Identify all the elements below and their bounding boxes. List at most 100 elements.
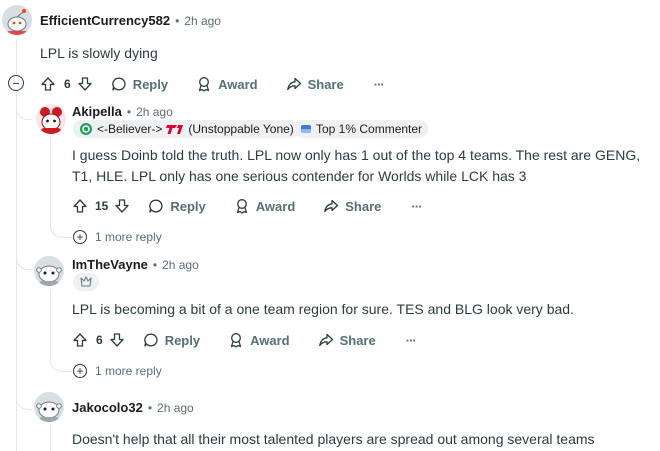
- comment-author[interactable]: Jakocolo32: [72, 400, 143, 415]
- upvote-icon: [41, 77, 55, 91]
- downvote-icon: [78, 77, 92, 91]
- share-label: Share: [345, 198, 382, 214]
- upvote-button[interactable]: [72, 332, 88, 348]
- more-replies-label: 1 more reply: [95, 230, 162, 244]
- expand-plus-icon: +: [73, 364, 87, 378]
- comment-actions: 6 Reply Award Share ···: [40, 74, 385, 94]
- share-button[interactable]: Share: [286, 76, 344, 92]
- reply-icon: [111, 77, 126, 91]
- ellipsis-icon: ···: [411, 198, 422, 214]
- ellipsis-icon: ···: [373, 76, 385, 92]
- upvote-icon: [73, 333, 87, 347]
- comment-author[interactable]: ImTheVayne: [72, 257, 148, 272]
- reply-button[interactable]: Reply: [148, 198, 206, 214]
- vote-score: 6: [96, 333, 103, 347]
- collapse-icon: −: [12, 75, 20, 91]
- reply-icon: [149, 199, 163, 213]
- plus-glyph: +: [76, 230, 84, 244]
- share-label: Share: [307, 76, 344, 92]
- expand-plus-icon: +: [73, 230, 87, 244]
- flair-text: <-Believer->: [97, 122, 163, 136]
- downvote-button[interactable]: [77, 76, 93, 92]
- comment-actions: 15 Reply Award Share ···: [72, 196, 422, 216]
- thread-branch-2: [16, 120, 32, 270]
- ellipsis-icon: ···: [405, 332, 417, 348]
- reply-label: Reply: [170, 198, 206, 214]
- reply-button[interactable]: Reply: [143, 332, 200, 348]
- meta-dot: •: [126, 104, 132, 119]
- user-flair: <-Believer-> (Unstoppable Yone): [73, 120, 300, 138]
- achievement-label: Top 1% Commenter: [316, 122, 423, 136]
- thread-branch-imthevayne-more: [50, 352, 72, 372]
- more-replies-label: 1 more reply: [95, 364, 162, 378]
- avatar[interactable]: [36, 104, 66, 134]
- thread-branch-akipella-more: [50, 218, 72, 238]
- downvote-button[interactable]: [114, 198, 130, 214]
- more-options-button[interactable]: ···: [411, 198, 422, 214]
- share-icon: [286, 77, 301, 91]
- thread-line-akipella: [50, 138, 51, 220]
- avatar[interactable]: [34, 392, 64, 422]
- avatar[interactable]: [2, 5, 32, 35]
- avatar[interactable]: [34, 256, 64, 286]
- award-button[interactable]: Award: [234, 198, 296, 214]
- comment-author[interactable]: Akipella: [72, 104, 122, 119]
- comment-timestamp[interactable]: 2h ago: [162, 258, 199, 272]
- award-button[interactable]: Award: [228, 332, 290, 348]
- vote-score: 6: [64, 77, 71, 91]
- downvote-icon: [110, 333, 124, 347]
- comment-body: Doesn't help that all their most talente…: [72, 431, 595, 447]
- upvote-icon: [73, 199, 87, 213]
- more-options-button[interactable]: ···: [373, 76, 385, 92]
- award-icon: [198, 77, 210, 92]
- downvote-button[interactable]: [109, 332, 125, 348]
- award-icon: [236, 199, 247, 214]
- award-icon: [230, 333, 242, 348]
- collapse-thread-button[interactable]: −: [8, 75, 24, 91]
- meta-dot: •: [175, 13, 180, 28]
- comment-author[interactable]: EfficientCurrency582: [40, 13, 170, 28]
- comment-body: LPL is slowly dying: [40, 45, 158, 61]
- upvote-button[interactable]: [72, 198, 88, 214]
- thread-branch-3: [16, 270, 32, 410]
- snoo-avatar-icon: [36, 265, 62, 286]
- award-label: Award: [250, 332, 290, 348]
- snoo-avatar-icon: [6, 9, 28, 35]
- comment-body: I guess Doinb told the truth. LPL now on…: [72, 147, 641, 184]
- comment-body: LPL is becoming a bit of a one team regi…: [72, 301, 574, 317]
- meta-dot: •: [147, 400, 153, 415]
- snoo-avatar-icon: [36, 401, 62, 422]
- reply-icon: [143, 333, 158, 347]
- reply-button[interactable]: Reply: [111, 76, 168, 92]
- share-button[interactable]: Share: [318, 332, 376, 348]
- award-button[interactable]: Award: [196, 76, 258, 92]
- more-replies-link[interactable]: + 1 more reply: [73, 230, 162, 244]
- thread-branch-1: [16, 92, 32, 120]
- thread-line-root: [16, 40, 17, 74]
- comment-timestamp[interactable]: 2h ago: [184, 14, 221, 28]
- upvote-button[interactable]: [40, 76, 56, 92]
- thread-line-jakocolo: [50, 424, 51, 451]
- comment-timestamp[interactable]: 2h ago: [157, 401, 194, 415]
- achievement-badge[interactable]: Top 1% Commenter: [294, 120, 429, 138]
- share-icon: [324, 199, 339, 213]
- more-options-button[interactable]: ···: [405, 332, 417, 348]
- downvote-icon: [115, 199, 130, 213]
- top-commenter-icon: [301, 125, 311, 133]
- snoo-avatar-icon: [40, 107, 62, 134]
- award-label: Award: [255, 198, 296, 214]
- share-button[interactable]: Share: [323, 198, 381, 214]
- thread-line-imthevayne: [50, 290, 51, 354]
- share-icon: [318, 333, 333, 347]
- share-label: Share: [339, 332, 376, 348]
- meta-dot: •: [152, 257, 158, 272]
- comment-timestamp[interactable]: 2h ago: [136, 105, 173, 119]
- reply-label: Reply: [164, 332, 201, 348]
- vote-score: 15: [95, 199, 109, 213]
- plus-glyph: +: [76, 364, 84, 378]
- award-label: Award: [218, 76, 258, 92]
- user-flair: [73, 273, 99, 291]
- t1-logo-icon: [166, 125, 184, 134]
- more-replies-link[interactable]: + 1 more reply: [73, 364, 162, 378]
- reply-label: Reply: [132, 76, 169, 92]
